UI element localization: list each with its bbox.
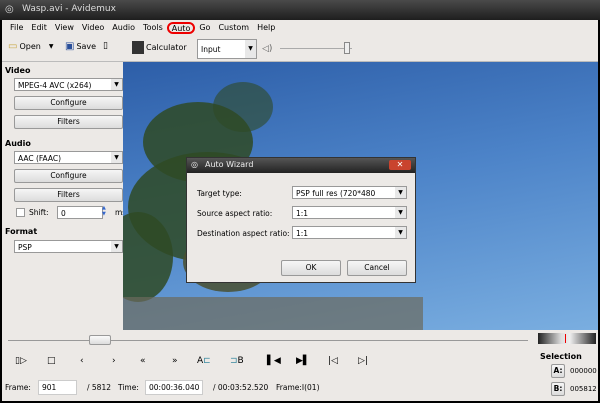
next-frame-icon[interactable]: › bbox=[112, 356, 116, 366]
chevron-down-icon: ▼ bbox=[395, 207, 406, 218]
menu-custom[interactable]: Custom bbox=[214, 22, 253, 34]
time-total: / 00:03:52.520 bbox=[213, 383, 269, 392]
ok-button[interactable]: OK bbox=[281, 260, 341, 276]
menu-file[interactable]: File bbox=[6, 22, 27, 34]
dialog-title-bar: ◎ Auto Wizard ✕ bbox=[187, 158, 415, 173]
set-marker-b-button[interactable]: ⊐B bbox=[230, 356, 244, 366]
video-filters-button[interactable]: Filters bbox=[14, 115, 123, 129]
display-mode-select[interactable]: Input ▼ bbox=[197, 39, 257, 59]
marker-icon: ⊐ bbox=[230, 356, 238, 366]
menu-bar: File Edit View Video Audio Tools Auto Go… bbox=[2, 20, 598, 36]
video-codec-select[interactable]: MPEG-4 AVC (x264) ▼ bbox=[14, 78, 123, 91]
toolbar: ▭ Open ▼ ▣ Save ▯ Calculator Input ▼ ◁) bbox=[2, 36, 598, 62]
menu-video[interactable]: Video bbox=[78, 22, 108, 34]
save-icon: ▣ bbox=[65, 41, 75, 52]
dialog-title: Auto Wizard bbox=[205, 160, 254, 169]
calculator-button[interactable]: Calculator bbox=[132, 41, 187, 54]
next-keyframe-icon[interactable]: » bbox=[172, 356, 178, 366]
go-to-end-icon[interactable]: ▷| bbox=[358, 356, 368, 366]
audio-filters-button[interactable]: Filters bbox=[14, 188, 123, 202]
folder-icon: ▭ bbox=[8, 41, 18, 52]
destination-aspect-select[interactable]: 1:1 ▼ bbox=[292, 226, 407, 239]
menu-help[interactable]: Help bbox=[253, 22, 279, 34]
set-marker-a-button[interactable]: A⊏ bbox=[197, 356, 211, 366]
timeline-slider-handle[interactable] bbox=[88, 335, 111, 345]
time-input[interactable]: 00:00:36.040 bbox=[145, 380, 203, 395]
audio-configure-button[interactable]: Configure bbox=[14, 169, 123, 183]
shift-label: Shift: bbox=[29, 208, 49, 217]
menu-auto[interactable]: Auto bbox=[166, 22, 196, 34]
cancel-button[interactable]: Cancel bbox=[347, 260, 407, 276]
volume-meter bbox=[538, 333, 596, 344]
go-to-marker-b-icon[interactable]: ▶▌ bbox=[296, 356, 310, 366]
chevron-down-icon: ▼ bbox=[111, 241, 122, 252]
frame-label: Frame: bbox=[5, 383, 31, 392]
frame-total: / 5812 bbox=[87, 383, 111, 392]
time-label: Time: bbox=[118, 383, 139, 392]
selection-a-button[interactable]: A: bbox=[551, 364, 565, 378]
source-aspect-label: Source aspect ratio: bbox=[197, 209, 273, 218]
open-button[interactable]: ▭ Open ▼ bbox=[8, 41, 53, 52]
previous-frame-icon[interactable]: ‹ bbox=[80, 356, 84, 366]
source-aspect-select[interactable]: 1:1 ▼ bbox=[292, 206, 407, 219]
title-bar: ◎ Wasp.avi - Avidemux bbox=[0, 0, 600, 20]
frame-input[interactable]: 901 bbox=[38, 380, 77, 395]
target-type-select[interactable]: PSP full res (720*480 ▼ bbox=[292, 186, 407, 199]
volume-slider-handle[interactable] bbox=[344, 42, 350, 54]
selection-b-button[interactable]: B: bbox=[551, 382, 565, 396]
format-section-label: Format bbox=[5, 227, 38, 236]
menu-edit[interactable]: Edit bbox=[27, 22, 51, 34]
auto-wizard-dialog: ◎ Auto Wizard ✕ Target type: PSP full re… bbox=[186, 157, 416, 283]
destination-aspect-label: Destination aspect ratio: bbox=[197, 229, 290, 238]
app-icon: ◎ bbox=[191, 160, 198, 169]
selection-label: Selection bbox=[540, 352, 582, 361]
menu-view[interactable]: View bbox=[51, 22, 78, 34]
info-button[interactable]: ▯ bbox=[103, 41, 108, 51]
go-to-marker-a-icon[interactable]: ▌◀ bbox=[267, 356, 281, 366]
shift-checkbox[interactable] bbox=[16, 208, 25, 217]
save-button[interactable]: ▣ Save bbox=[65, 41, 96, 52]
app-icon: ◎ bbox=[5, 4, 14, 15]
audio-codec-select[interactable]: AAC (FAAC) ▼ bbox=[14, 151, 123, 164]
marker-icon: ⊏ bbox=[203, 356, 211, 366]
video-configure-button[interactable]: Configure bbox=[14, 96, 123, 110]
video-section-label: Video bbox=[5, 66, 31, 75]
timeline-slider[interactable] bbox=[8, 340, 528, 341]
shift-spinner[interactable]: ▲ ▼ bbox=[102, 205, 106, 217]
chevron-down-icon: ▼ bbox=[395, 227, 406, 238]
frame-type: Frame:I(01) bbox=[276, 383, 320, 392]
chevron-down-icon: ▼ bbox=[245, 40, 256, 58]
close-button[interactable]: ✕ bbox=[389, 160, 411, 170]
volume-slider[interactable] bbox=[280, 48, 352, 49]
window-title: Wasp.avi - Avidemux bbox=[22, 4, 116, 14]
calculator-icon bbox=[132, 41, 144, 54]
play-icon[interactable]: ▯▷ bbox=[15, 356, 27, 366]
selection-a-value: 000000 bbox=[570, 367, 597, 375]
audio-section-label: Audio bbox=[5, 139, 31, 148]
chevron-down-icon: ▼ bbox=[111, 152, 122, 163]
selection-b-value: 005812 bbox=[570, 385, 597, 393]
chevron-down-icon: ▼ bbox=[395, 187, 406, 198]
target-type-label: Target type: bbox=[197, 189, 242, 198]
open-dropdown-icon[interactable]: ▼ bbox=[49, 43, 54, 50]
go-to-start-icon[interactable]: |◁ bbox=[328, 356, 338, 366]
menu-go[interactable]: Go bbox=[195, 22, 214, 34]
speaker-icon: ◁) bbox=[262, 44, 273, 54]
menu-audio[interactable]: Audio bbox=[108, 22, 139, 34]
shift-input[interactable]: 0 bbox=[57, 206, 103, 219]
format-select[interactable]: PSP ▼ bbox=[14, 240, 123, 253]
previous-keyframe-icon[interactable]: « bbox=[140, 356, 146, 366]
chevron-down-icon: ▼ bbox=[111, 79, 122, 90]
menu-tools[interactable]: Tools bbox=[139, 22, 167, 34]
stop-icon[interactable]: □ bbox=[47, 356, 56, 366]
info-icon: ▯ bbox=[103, 41, 108, 51]
